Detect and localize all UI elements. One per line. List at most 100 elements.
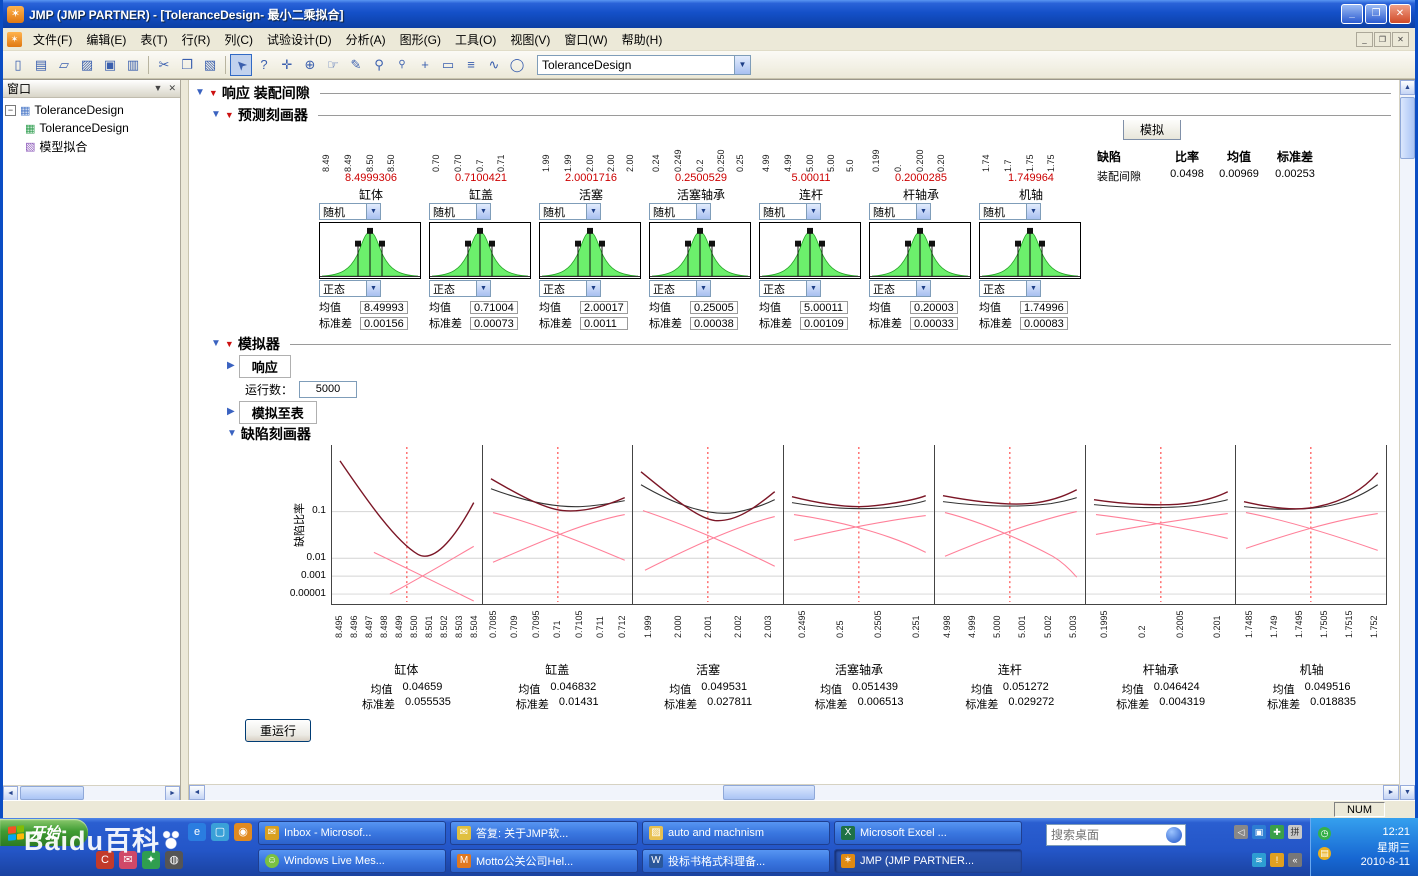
distribution-plot[interactable]: [759, 222, 861, 279]
sd-value[interactable]: 0.00109: [800, 317, 848, 330]
sd-value[interactable]: 0.00156: [360, 317, 408, 330]
red-menu-triangle-icon[interactable]: ▼: [209, 88, 218, 98]
collapse-triangle-icon[interactable]: ▼: [227, 429, 237, 439]
response-node[interactable]: 响应: [239, 355, 291, 378]
chevron-down-icon[interactable]: ▼: [806, 281, 820, 296]
menu-item[interactable]: 窗口(W): [557, 29, 614, 50]
distribution-dropdown[interactable]: 正态▼: [319, 280, 381, 297]
mean-value[interactable]: 0.25005: [690, 301, 738, 314]
volume-icon[interactable]: ◁: [1234, 825, 1248, 839]
menu-item[interactable]: 视图(V): [503, 29, 557, 50]
defect-profile-panel[interactable]: [1086, 445, 1237, 604]
menu-item[interactable]: 帮助(H): [615, 29, 670, 50]
help-tool-icon[interactable]: ?: [253, 54, 275, 76]
task-button-messenger[interactable]: ☺ Windows Live Mes...: [258, 849, 446, 873]
random-dropdown[interactable]: 随机▼: [429, 203, 491, 220]
menu-item[interactable]: 试验设计(D): [260, 29, 339, 50]
mdi-close-button[interactable]: ✕: [1392, 32, 1409, 47]
export-icon[interactable]: ▨: [76, 54, 98, 76]
lines-tool-icon[interactable]: ≡: [460, 54, 482, 76]
distribution-plot[interactable]: [869, 222, 971, 279]
collapse-icon[interactable]: −: [5, 105, 16, 116]
mean-value[interactable]: 2.00017: [580, 301, 628, 314]
panel-close-icon[interactable]: ✕: [168, 83, 176, 94]
menu-item[interactable]: 编辑(E): [79, 29, 133, 50]
desktop-search-input[interactable]: [1047, 828, 1166, 842]
defect-profile-panel[interactable]: [1236, 445, 1387, 604]
task-button-motto[interactable]: M Motto公关公司Hel...: [450, 849, 638, 873]
taskbar-clock[interactable]: ◷ ▤ 12:21 星期三 2010-8-11: [1310, 818, 1418, 876]
globe-tool-icon[interactable]: ⊕: [299, 54, 321, 76]
chevron-down-icon[interactable]: ▼: [696, 204, 710, 219]
antivirus-icon[interactable]: ✚: [1270, 825, 1284, 839]
language-icon[interactable]: 拼: [1288, 825, 1302, 839]
chevron-down-icon[interactable]: ▼: [476, 281, 490, 296]
chevron-down-icon[interactable]: ▼: [1026, 281, 1040, 296]
scroll-down-icon[interactable]: ▼: [1400, 785, 1415, 800]
hand-tool-icon[interactable]: ☞: [322, 54, 344, 76]
distribution-dropdown[interactable]: 正态▼: [649, 280, 711, 297]
magnifier-small-icon[interactable]: ⚲: [391, 54, 413, 76]
scroll-left-icon[interactable]: ◄: [189, 785, 205, 800]
alert-icon[interactable]: !: [1270, 853, 1284, 867]
tree-item-tolerancedesign-child[interactable]: ▦ ToleranceDesign: [5, 119, 178, 137]
defect-profile-panel[interactable]: [332, 445, 483, 604]
journal-icon[interactable]: ▤: [30, 54, 52, 76]
random-dropdown[interactable]: 随机▼: [759, 203, 821, 220]
task-button-folder[interactable]: ▨ auto and machnism: [642, 821, 830, 845]
distribution-dropdown[interactable]: 正态▼: [759, 280, 821, 297]
distribution-dropdown[interactable]: 正态▼: [979, 280, 1041, 297]
menu-item[interactable]: 分析(A): [339, 29, 393, 50]
scroll-right-icon[interactable]: ►: [165, 786, 180, 801]
expand-triangle-icon[interactable]: ▶: [227, 407, 235, 417]
chevron-down-icon[interactable]: ▼: [734, 56, 750, 74]
runs-input[interactable]: [299, 381, 357, 398]
chevron-down-icon[interactable]: ▼: [366, 204, 380, 219]
mean-value[interactable]: 5.00011: [800, 301, 848, 314]
random-dropdown[interactable]: 随机▼: [869, 203, 931, 220]
random-dropdown[interactable]: 随机▼: [319, 203, 381, 220]
simulate-to-table-node[interactable]: 模拟至表: [239, 401, 317, 424]
random-dropdown[interactable]: 随机▼: [649, 203, 711, 220]
mean-value[interactable]: 0.71004: [470, 301, 518, 314]
main-hscrollbar[interactable]: ◄ ►: [189, 784, 1399, 800]
defect-profile-panel[interactable]: [483, 445, 634, 604]
red-menu-triangle-icon[interactable]: ▼: [225, 110, 234, 120]
print-icon[interactable]: ▥: [122, 54, 144, 76]
scrollbar-thumb[interactable]: [20, 786, 84, 800]
chevron-down-icon[interactable]: ▼: [916, 204, 930, 219]
menu-item[interactable]: 文件(F): [26, 29, 79, 50]
simulate-button[interactable]: 模拟: [1123, 120, 1181, 140]
mean-value[interactable]: 0.20003: [910, 301, 958, 314]
mean-value[interactable]: 1.74996: [1020, 301, 1068, 314]
curve-tool-icon[interactable]: ∿: [483, 54, 505, 76]
close-button[interactable]: ✕: [1389, 4, 1411, 24]
pointer-tool-icon[interactable]: ➤: [230, 54, 252, 76]
chevron-down-icon[interactable]: ▼: [586, 204, 600, 219]
task-button-inbox[interactable]: ✉ Inbox - Microsof...: [258, 821, 446, 845]
chevron-down-icon[interactable]: ▼: [586, 281, 600, 296]
mdi-minimize-button[interactable]: _: [1356, 32, 1373, 47]
collapse-triangle-icon[interactable]: ▼: [195, 88, 205, 98]
collapse-triangle-icon[interactable]: ▼: [211, 339, 221, 349]
distribution-plot[interactable]: [979, 222, 1081, 279]
panel-splitter[interactable]: [181, 80, 189, 800]
scrollbar-thumb[interactable]: [1400, 97, 1415, 159]
rerun-button[interactable]: 重运行: [245, 719, 311, 742]
open-icon[interactable]: ▱: [53, 54, 75, 76]
chevron-down-icon[interactable]: ▼: [476, 204, 490, 219]
network-icon[interactable]: ≋: [1252, 853, 1266, 867]
menu-item[interactable]: 图形(G): [393, 29, 448, 50]
new-file-icon[interactable]: ▯: [7, 54, 29, 76]
update-icon[interactable]: ▣: [1252, 825, 1266, 839]
oval-tool-icon[interactable]: ◯: [506, 54, 528, 76]
annotate-tool-icon[interactable]: ▭: [437, 54, 459, 76]
sd-value[interactable]: 0.00083: [1020, 317, 1068, 330]
distribution-plot[interactable]: [649, 222, 751, 279]
random-dropdown[interactable]: 随机▼: [979, 203, 1041, 220]
defect-profile-panel[interactable]: [633, 445, 784, 604]
search-icon[interactable]: [1166, 827, 1182, 843]
magnifier-icon[interactable]: ⚲: [368, 54, 390, 76]
sd-value[interactable]: 0.0011: [580, 317, 628, 330]
paste-icon[interactable]: ▧: [199, 54, 221, 76]
